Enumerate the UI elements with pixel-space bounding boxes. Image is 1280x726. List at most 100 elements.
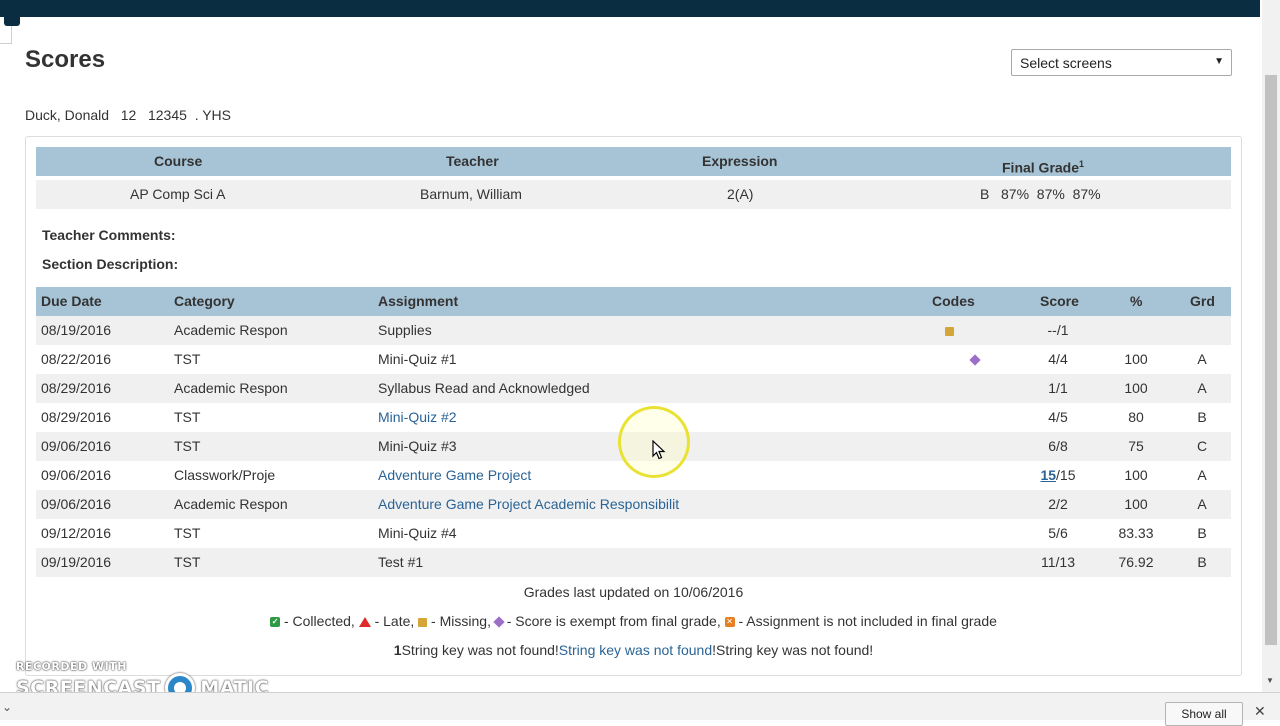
final-grade-footnote-marker: 1 xyxy=(1079,159,1085,169)
percent-cell xyxy=(1106,316,1166,345)
percent-cell: 100 xyxy=(1124,380,1148,396)
chevron-down-icon[interactable]: ⌄ xyxy=(2,700,12,714)
assignment-cell[interactable]: Mini-Quiz #2 xyxy=(378,403,457,432)
assignment-cell: Mini-Quiz #3 xyxy=(378,438,457,454)
x-square-icon: ✕ xyxy=(724,617,735,628)
assignment-cell[interactable]: Adventure Game Project Academic Responsi… xyxy=(378,490,679,519)
score-cell: 1/1 xyxy=(1020,374,1096,403)
score-text: 5/6 xyxy=(1048,525,1068,541)
percent-cell: 76.92 xyxy=(1118,554,1154,570)
scroll-down-arrow-icon[interactable]: ▼ xyxy=(1266,676,1274,685)
course-col-header: Course xyxy=(154,153,203,169)
student-id: 12345 xyxy=(147,107,187,123)
grade-cell: B xyxy=(1197,409,1207,425)
score-text: 6/8 xyxy=(1048,438,1068,454)
category-cell: TST xyxy=(174,525,201,541)
section-description-label: Section Description: xyxy=(42,256,179,272)
expression-value: 2(A) xyxy=(727,186,754,202)
footnote-text-2: !String key was not found! xyxy=(712,642,874,658)
score-text: 11/13 xyxy=(1041,554,1075,570)
score-cell: 2/2 xyxy=(1020,490,1096,519)
course-row: AP Comp Sci A Barnum, William 2(A) B 87%… xyxy=(36,180,1231,209)
legend-missing: - Missing, xyxy=(427,613,491,629)
close-icon[interactable]: ✕ xyxy=(1254,703,1266,720)
codes-legend: ✓ - Collected, - Late, - Missing, - Scor… xyxy=(36,613,1231,629)
student-info: Duck, Donald 12 12345 . YHS xyxy=(25,107,231,123)
score-link[interactable]: 15 xyxy=(1040,467,1056,483)
codes-col-header: Codes xyxy=(932,293,975,309)
scrollbar-thumb[interactable] xyxy=(1265,75,1277,645)
select-screens-dropdown[interactable]: Select screens ▼ xyxy=(1011,49,1232,76)
grade-cell: C xyxy=(1196,438,1208,454)
score-text: 4/4 xyxy=(1048,351,1068,367)
due-date-cell: 09/06/2016 xyxy=(41,467,112,483)
score-text: 2/2 xyxy=(1048,496,1068,512)
final-grade-label: Final Grade xyxy=(1002,159,1080,176)
teacher-comments-label: Teacher Comments: xyxy=(42,227,176,243)
downloads-bar xyxy=(0,692,1280,720)
table-row: 08/19/2016 Academic Respon Supplies --/1 xyxy=(36,316,1231,345)
category-cell: TST xyxy=(174,554,201,570)
grade-col-header: Grd xyxy=(1190,293,1215,309)
category-cell: Academic Respon xyxy=(174,322,288,338)
legend-exempt: - Score is exempt from final grade, xyxy=(502,613,721,629)
percent-col-header: % xyxy=(1130,293,1143,309)
grade-cell: B xyxy=(1197,554,1207,570)
due-date-cell: 08/29/2016 xyxy=(41,409,112,425)
footnote-link[interactable]: String key was not found xyxy=(559,642,712,658)
select-screens-value: Select screens xyxy=(1020,55,1112,71)
category-col-header[interactable]: Category xyxy=(174,287,235,316)
table-row: 09/12/2016 TST Mini-Quiz #4 5/6 83.33 B xyxy=(36,519,1231,548)
due-date-cell: 08/29/2016 xyxy=(41,380,112,396)
dropdown-arrow-icon: ▼ xyxy=(1214,56,1224,67)
table-row: 08/22/2016 TST Mini-Quiz #1 4/4 100 A xyxy=(36,345,1231,374)
student-grade: 12 xyxy=(120,107,137,123)
footnote-number: 1 xyxy=(393,642,402,658)
table-row: 09/06/2016 Academic Respon Adventure Game … xyxy=(36,490,1231,519)
table-row: 09/19/2016 TST Test #1 11/13 76.92 B xyxy=(36,548,1231,577)
score-cell: --/1 xyxy=(1020,316,1096,345)
due-date-cell: 09/12/2016 xyxy=(41,525,112,541)
score-cell: 5/6 xyxy=(1020,519,1096,548)
teacher-name: Barnum, William xyxy=(420,186,522,202)
percent-cell: 100 xyxy=(1124,351,1148,367)
footnote-text-1: String key was not found! xyxy=(401,642,559,658)
assignment-cell: Mini-Quiz #1 xyxy=(378,351,457,367)
expression-col-header: Expression xyxy=(702,153,778,169)
category-cell: TST xyxy=(174,409,201,425)
category-cell: TST xyxy=(174,438,201,454)
exempt-code-icon xyxy=(969,354,981,366)
score-cell: 11/13 xyxy=(1020,548,1096,577)
assignment-col-header[interactable]: Assignment xyxy=(378,287,458,316)
grade-cell: A xyxy=(1197,467,1207,483)
triangle-late-icon xyxy=(358,617,371,628)
left-edge-divider xyxy=(0,26,12,44)
assignment-cell[interactable]: Adventure Game Project xyxy=(378,461,531,490)
table-row: 08/29/2016 Academic Respon Syllabus Read a… xyxy=(36,374,1231,403)
assignment-cell: Mini-Quiz #4 xyxy=(378,525,457,541)
show-all-button[interactable]: Show all xyxy=(1165,702,1243,726)
check-collected-icon: ✓ xyxy=(270,617,281,628)
score-cell: 4/4 xyxy=(1020,345,1096,374)
course-name: AP Comp Sci A xyxy=(130,186,226,202)
due-date-cell: 09/19/2016 xyxy=(41,554,112,570)
assignments-header-row: Due Date Category Assignment Codes Score… xyxy=(36,287,1231,316)
score-cell: 6/8 xyxy=(1020,432,1096,461)
due-date-col-header[interactable]: Due Date xyxy=(41,287,102,316)
assignment-cell: Syllabus Read and Acknowledged xyxy=(378,380,590,396)
category-cell: Classwork/Proje xyxy=(174,467,276,483)
legend-collected: - Collected, xyxy=(280,613,355,629)
score-cell: 4/5 xyxy=(1020,403,1096,432)
grade-cell: A xyxy=(1197,496,1207,512)
percent-cell: 80 xyxy=(1128,409,1144,425)
score-text: 4/5 xyxy=(1048,409,1068,425)
nav-tab-marker[interactable] xyxy=(4,17,20,26)
diamond-exempt-icon xyxy=(969,345,981,374)
percent-cell: 83.33 xyxy=(1118,525,1154,541)
score-text: /15 xyxy=(1056,467,1076,483)
due-date-cell: 08/19/2016 xyxy=(41,322,112,338)
score-col-header: Score xyxy=(1040,293,1079,309)
grade-cell: B xyxy=(1197,525,1207,541)
square-missing-icon xyxy=(418,617,428,627)
percent-cell: 100 xyxy=(1124,467,1148,483)
